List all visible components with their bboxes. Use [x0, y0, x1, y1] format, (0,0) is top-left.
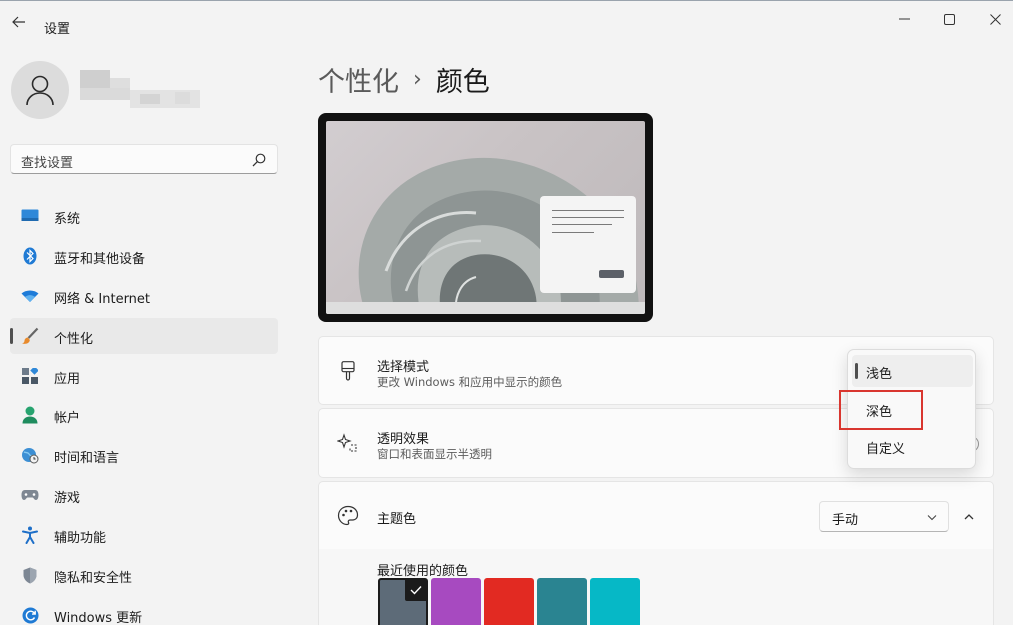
- gamepad-icon: [21, 486, 39, 504]
- sidebar-item-label: 隐私和安全性: [54, 571, 133, 586]
- app-title: 设置: [44, 22, 71, 37]
- paintbrush-icon: [337, 360, 359, 382]
- accent-mode-select[interactable]: 手动: [819, 501, 949, 532]
- minimize-icon: [898, 18, 910, 20]
- sidebar-item-apps[interactable]: 应用: [10, 358, 278, 394]
- chevron-down-icon: [927, 515, 937, 521]
- sidebar-item-label: Windows 更新: [54, 611, 143, 625]
- sidebar-item-accessibility[interactable]: 辅助功能: [10, 517, 278, 553]
- globe-clock-icon: [21, 446, 39, 464]
- user-name-blurred: [80, 70, 200, 110]
- page-title: 颜色: [435, 67, 490, 98]
- sidebar-item-personalization[interactable]: 个性化: [10, 318, 278, 354]
- mode-option-light[interactable]: 浅色: [852, 355, 973, 387]
- sidebar-item-label: 游戏: [54, 491, 81, 506]
- maximize-button[interactable]: [926, 7, 972, 31]
- breadcrumb-parent[interactable]: 个性化: [318, 60, 399, 99]
- avatar[interactable]: [11, 61, 69, 119]
- mode-card-subtitle: 更改 Windows 和应用中显示的颜色: [377, 375, 563, 389]
- sidebar-item-label: 辅助功能: [54, 531, 107, 546]
- arrow-left-icon: [12, 16, 25, 28]
- brush-icon: [21, 327, 39, 345]
- accent-mode-value: 手动: [832, 513, 859, 528]
- maximize-icon: [943, 13, 955, 25]
- minimize-button[interactable]: [881, 7, 927, 31]
- color-swatch-3[interactable]: [484, 578, 534, 625]
- recent-colors-label: 最近使用的颜色: [377, 564, 469, 579]
- bluetooth-icon: [21, 247, 39, 265]
- update-icon: [21, 606, 39, 624]
- mode-option-label: 浅色: [866, 367, 893, 382]
- mode-card-title: 选择模式: [377, 360, 430, 375]
- accent-card-title: 主题色: [377, 512, 417, 527]
- close-button[interactable]: [972, 7, 1013, 31]
- mode-option-custom[interactable]: 自定义: [852, 430, 973, 462]
- sidebar-item-bluetooth[interactable]: 蓝牙和其他设备: [10, 238, 278, 274]
- sidebar-item-system[interactable]: 系统: [10, 198, 278, 234]
- preview-taskbar: [326, 302, 645, 314]
- sparkle-icon: [337, 432, 359, 454]
- sidebar-item-label: 时间和语言: [54, 451, 120, 466]
- sidebar-item-network[interactable]: 网络 & Internet: [10, 278, 278, 314]
- shield-icon: [21, 566, 39, 584]
- preview-wallpaper: [326, 121, 645, 314]
- close-icon: [989, 13, 1001, 25]
- chevron-up-icon: [964, 514, 974, 520]
- search-input[interactable]: 查找设置: [10, 144, 278, 174]
- sidebar-item-label: 蓝牙和其他设备: [54, 252, 146, 267]
- color-swatch-2[interactable]: [431, 578, 481, 625]
- monitor-icon: [21, 207, 39, 225]
- search-placeholder: 查找设置: [21, 156, 74, 171]
- sidebar-item-gaming[interactable]: 游戏: [10, 477, 278, 513]
- sidebar-item-time-language[interactable]: 时间和语言: [10, 437, 278, 473]
- sidebar-item-label: 应用: [54, 372, 81, 387]
- checkmark-icon: [405, 579, 427, 601]
- color-swatch-4[interactable]: [537, 578, 587, 625]
- accent-color-card: 主题色 手动: [318, 481, 994, 550]
- transparency-card-subtitle: 窗口和表面显示半透明: [377, 447, 492, 461]
- mode-option-label: 自定义: [866, 442, 906, 457]
- palette-icon: [337, 505, 359, 527]
- breadcrumb-separator: ›: [413, 67, 422, 92]
- back-button[interactable]: [8, 11, 30, 33]
- sidebar-item-windows-update[interactable]: Windows 更新: [10, 597, 278, 625]
- color-swatch-1[interactable]: [378, 578, 428, 625]
- collapse-button[interactable]: [959, 507, 979, 527]
- sidebar-item-label: 个性化: [54, 332, 94, 347]
- accessibility-icon: [21, 526, 39, 544]
- search-icon: [252, 153, 266, 167]
- sidebar-item-privacy[interactable]: 隐私和安全性: [10, 557, 278, 593]
- breadcrumb: 个性化 › 颜色: [318, 60, 490, 99]
- highlight-box: [839, 390, 923, 430]
- title-bar: 设置: [0, 1, 1013, 37]
- transparency-card-title: 透明效果: [377, 432, 430, 447]
- account-icon: [21, 406, 39, 424]
- person-icon: [26, 75, 54, 106]
- recent-colors-section: 最近使用的颜色: [318, 549, 994, 625]
- sidebar-item-label: 网络 & Internet: [54, 292, 151, 307]
- wifi-icon: [21, 287, 39, 305]
- apps-icon: [21, 367, 39, 385]
- sidebar-item-label: 帐户: [54, 411, 81, 426]
- sidebar-item-label: 系统: [54, 212, 81, 227]
- sidebar-item-accounts[interactable]: 帐户: [10, 397, 278, 433]
- theme-preview: [318, 113, 653, 322]
- color-swatch-5[interactable]: [590, 578, 640, 625]
- preview-window: [540, 196, 636, 293]
